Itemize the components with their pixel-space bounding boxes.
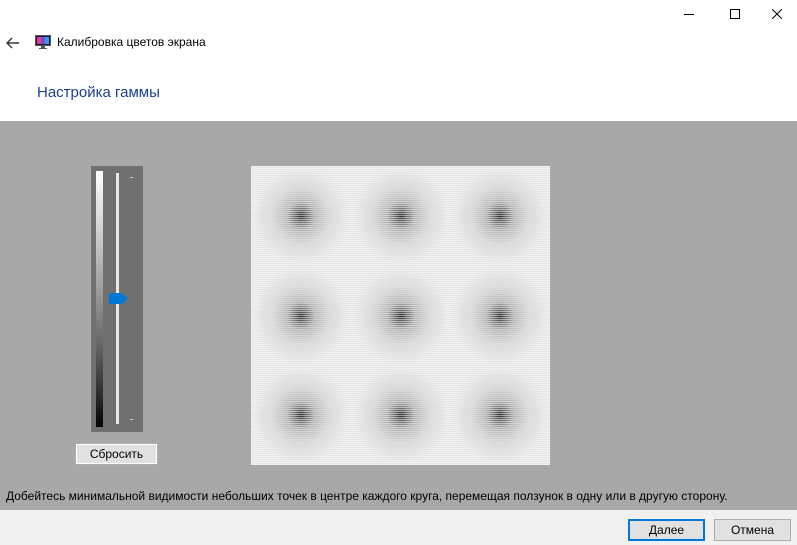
minimize-icon <box>684 14 694 15</box>
maximize-button[interactable] <box>712 0 758 28</box>
slider-tick-bottom <box>130 419 133 420</box>
title-bar <box>0 0 797 28</box>
close-icon <box>772 9 782 19</box>
page-title: Настройка гаммы <box>37 84 160 101</box>
maximize-icon <box>730 9 740 19</box>
gamma-slider-thumb[interactable] <box>109 293 128 304</box>
pattern-line-overlay <box>251 166 550 465</box>
close-button[interactable] <box>754 0 797 28</box>
reset-button[interactable]: Сбросить <box>75 443 158 465</box>
instruction-text: Добейтесь минимальной видимости небольши… <box>6 489 728 503</box>
slider-tick-top <box>130 177 133 178</box>
gamma-test-pattern <box>251 166 550 465</box>
minimize-button[interactable] <box>666 0 712 28</box>
window-title: Калибровка цветов экрана <box>57 35 206 49</box>
display-calibration-icon <box>35 35 51 49</box>
back-arrow-icon <box>6 37 19 49</box>
gamma-gradient-bar <box>96 171 103 427</box>
next-button[interactable]: Далее <box>628 519 705 541</box>
cancel-button[interactable]: Отмена <box>714 519 791 541</box>
back-button[interactable] <box>2 32 24 54</box>
